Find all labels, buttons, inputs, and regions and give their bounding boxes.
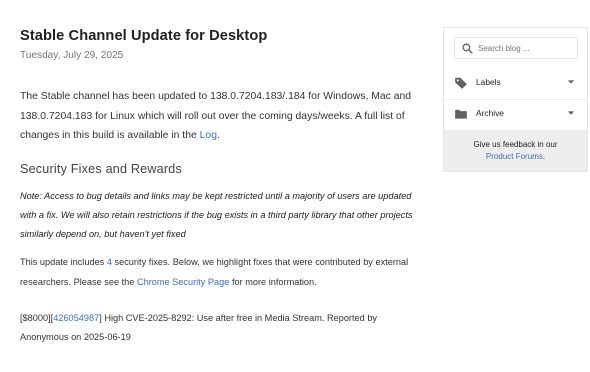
- fix-entry: [$8000][426054987] High CVE-2025-8292: U…: [20, 309, 415, 348]
- intro-paragraph: The Stable channel has been updated to 1…: [20, 87, 415, 146]
- product-forums-link[interactable]: Product Forums: [486, 152, 543, 161]
- search-icon: [462, 43, 473, 54]
- update-text-end: for more information.: [229, 276, 317, 287]
- label-icon: [455, 77, 467, 89]
- intro-end: .: [216, 130, 220, 141]
- post-date: Tuesday, July 29, 2025: [20, 50, 124, 61]
- note-paragraph: Note: Access to bug details and links ma…: [20, 190, 413, 240]
- log-link[interactable]: Log: [200, 130, 217, 141]
- labels-dropdown[interactable]: Labels: [444, 68, 587, 100]
- chrome-security-page-link[interactable]: Chrome Security Page: [137, 277, 229, 287]
- feedback-text: Give us feedback in our: [473, 140, 558, 149]
- fix-prefix: [$8000][: [20, 312, 54, 323]
- sidebar: Labels Archive Give us feedback in our P…: [443, 27, 588, 172]
- labels-label: Labels: [476, 77, 501, 87]
- update-paragraph: This update includes 4 security fixes. B…: [20, 253, 415, 292]
- chevron-down-icon: [567, 111, 575, 115]
- update-text: This update includes: [20, 257, 107, 268]
- post-title[interactable]: Stable Channel Update for Desktop: [20, 26, 415, 46]
- feedback-line: Product Forums.: [444, 151, 587, 163]
- bug-link[interactable]: 426054987: [53, 313, 99, 323]
- archive-dropdown[interactable]: Archive: [444, 99, 587, 130]
- feedback-box: Give us feedback in our Product Forums.: [444, 130, 587, 171]
- feedback-period: .: [542, 152, 546, 161]
- section-heading: Security Fixes and Rewards: [20, 161, 182, 176]
- post-content: Stable Channel Update for Desktop Tuesda…: [20, 26, 415, 348]
- folder-icon: [455, 109, 467, 119]
- archive-label: Archive: [476, 108, 504, 118]
- search-input[interactable]: [478, 38, 574, 58]
- chevron-down-icon: [567, 80, 575, 84]
- search-box[interactable]: [454, 37, 578, 59]
